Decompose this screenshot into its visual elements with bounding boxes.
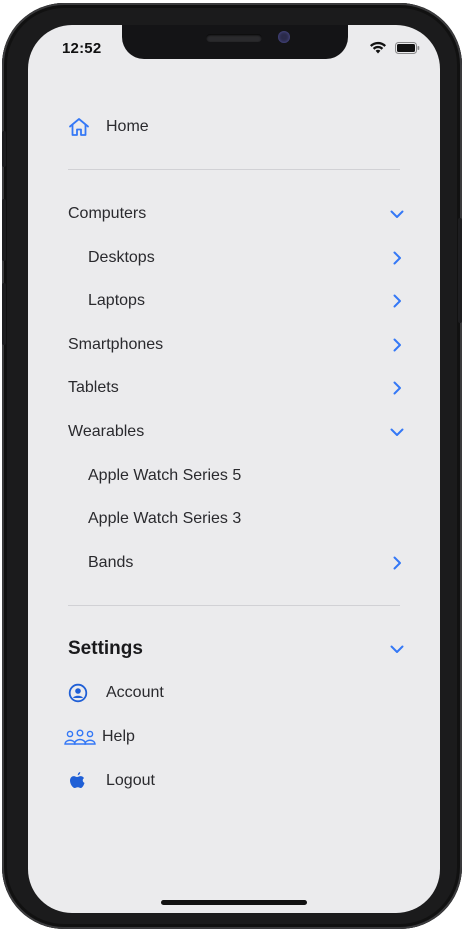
logout-label: Logout <box>106 772 155 789</box>
chevron-right-icon <box>390 251 404 265</box>
divider <box>68 605 400 606</box>
menu-item-category[interactable]: Wearables <box>68 420 404 444</box>
menu-item-category[interactable]: Apple Watch Series 3 <box>88 507 404 531</box>
screen: 12:52 Home Computers Desktops Laptops Sm… <box>28 25 440 913</box>
menu-item-category[interactable]: Computers <box>68 202 404 226</box>
category-label: Computers <box>68 205 147 222</box>
category-label: Desktops <box>88 248 155 266</box>
chevron-down-icon <box>390 642 404 656</box>
home-label: Home <box>106 118 149 135</box>
category-label: Bands <box>88 553 134 571</box>
category-label: Tablets <box>68 379 119 397</box>
category-label: Apple Watch Series 5 <box>88 466 242 484</box>
phone-frame: 12:52 Home Computers Desktops Laptops Sm… <box>2 3 462 929</box>
menu-item-category[interactable]: Bands <box>88 551 404 575</box>
menu-item-category[interactable]: Apple Watch Series 5 <box>88 464 404 488</box>
menu-item-category[interactable]: Desktops <box>88 246 404 270</box>
chevron-right-icon <box>390 338 404 352</box>
side-button <box>458 218 462 323</box>
home-icon <box>68 116 96 138</box>
menu-item-category[interactable]: Tablets <box>68 376 404 400</box>
menu-item-category[interactable]: Smartphones <box>68 333 404 357</box>
category-label: Smartphones <box>68 335 164 353</box>
chevron-right-icon <box>390 556 404 570</box>
divider <box>68 169 400 170</box>
side-menu: Home Computers Desktops Laptops Smartphones… <box>28 25 440 913</box>
chevron-down-icon <box>390 207 404 221</box>
menu-item-logout[interactable]: Logout <box>68 769 404 793</box>
help-label: Help <box>102 728 135 745</box>
account-label: Account <box>106 684 164 701</box>
chevron-right-icon <box>390 294 404 308</box>
menu-item-help[interactable]: Help <box>64 725 404 749</box>
category-label: Laptops <box>88 292 145 310</box>
chevron-down-icon <box>390 425 404 439</box>
apple-icon <box>68 770 96 792</box>
mute-switch <box>2 131 6 167</box>
volume-down-button <box>2 283 6 345</box>
home-indicator[interactable] <box>161 900 307 905</box>
people-icon <box>64 726 98 748</box>
settings-header[interactable]: Settings <box>68 637 404 661</box>
settings-title: Settings <box>68 638 143 659</box>
volume-up-button <box>2 199 6 261</box>
menu-item-account[interactable]: Account <box>68 681 404 705</box>
chevron-right-icon <box>390 381 404 395</box>
menu-item-category[interactable]: Laptops <box>88 289 404 313</box>
user-circle-icon <box>68 682 96 704</box>
category-label: Apple Watch Series 3 <box>88 510 242 528</box>
category-label: Wearables <box>68 423 145 440</box>
menu-item-home[interactable]: Home <box>68 115 404 139</box>
